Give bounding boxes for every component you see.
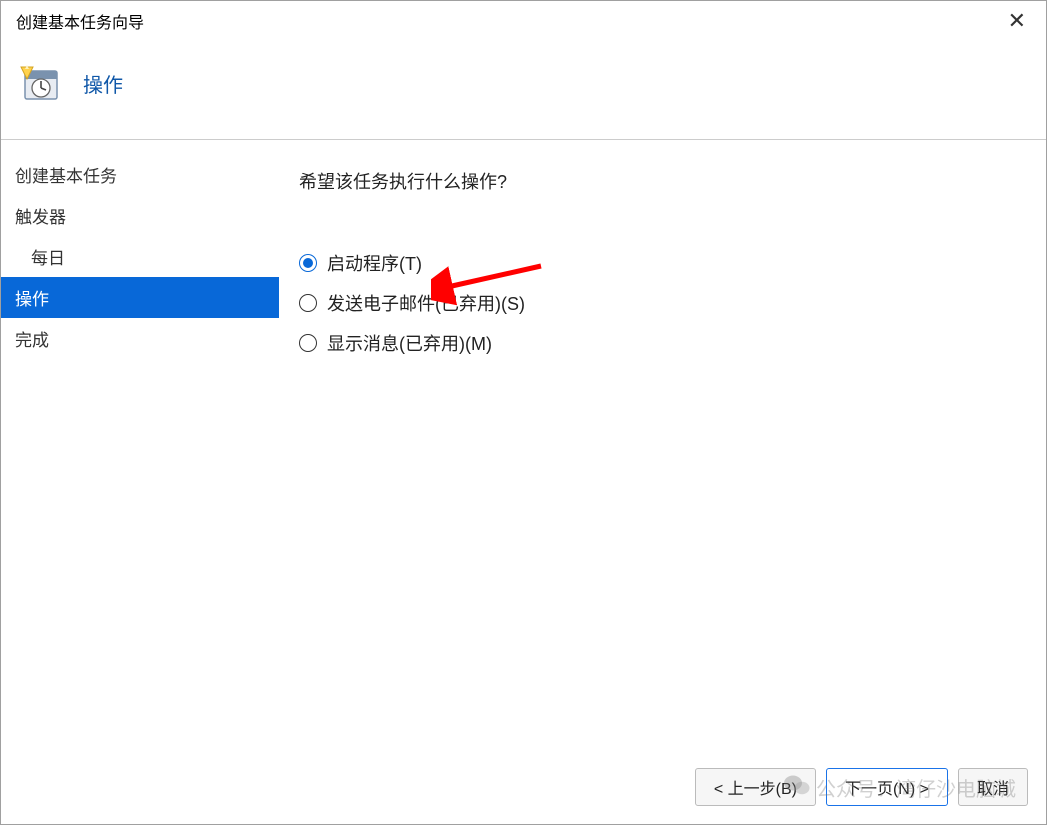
titlebar: 创建基本任务向导 ✕ (1, 1, 1046, 41)
task-scheduler-icon (19, 61, 63, 105)
close-icon[interactable]: ✕ (998, 4, 1036, 38)
radio-icon (299, 334, 317, 352)
next-button[interactable]: 下一页(N) > (826, 768, 948, 806)
action-question: 希望该任务执行什么操作? (299, 168, 1016, 194)
wizard-header: 操作 (1, 41, 1046, 140)
cancel-button[interactable]: 取消 (958, 768, 1028, 806)
window-title: 创建基本任务向导 (16, 9, 144, 33)
sidebar-item-finish[interactable]: 完成 (1, 318, 279, 359)
radio-label: 显示消息(已弃用)(M) (327, 330, 492, 356)
main-panel: 希望该任务执行什么操作? 启动程序(T) 发送电子邮件(已弃用)(S) 显示消息… (279, 140, 1046, 754)
sidebar-item-create-task[interactable]: 创建基本任务 (1, 154, 279, 195)
wizard-window: 创建基本任务向导 ✕ 操作 创建基本任务 触发器 每日 操作 完成 希望该任 (0, 0, 1047, 825)
sidebar-item-daily[interactable]: 每日 (1, 236, 279, 277)
sidebar-item-trigger[interactable]: 触发器 (1, 195, 279, 236)
radio-icon (299, 254, 317, 272)
wizard-steps-sidebar: 创建基本任务 触发器 每日 操作 完成 (1, 140, 279, 754)
radio-show-message[interactable]: 显示消息(已弃用)(M) (299, 330, 1016, 356)
page-title: 操作 (83, 69, 123, 98)
wizard-body: 创建基本任务 触发器 每日 操作 完成 希望该任务执行什么操作? 启动程序(T)… (1, 140, 1046, 754)
sidebar-item-action[interactable]: 操作 (1, 277, 279, 318)
radio-label: 发送电子邮件(已弃用)(S) (327, 290, 525, 316)
wizard-footer: < 上一步(B) 下一页(N) > 取消 (1, 754, 1046, 824)
radio-icon (299, 294, 317, 312)
radio-start-program[interactable]: 启动程序(T) (299, 250, 1016, 276)
back-button[interactable]: < 上一步(B) (695, 768, 816, 806)
action-radio-group: 启动程序(T) 发送电子邮件(已弃用)(S) 显示消息(已弃用)(M) (299, 250, 1016, 356)
radio-send-email[interactable]: 发送电子邮件(已弃用)(S) (299, 290, 1016, 316)
radio-label: 启动程序(T) (327, 250, 422, 276)
